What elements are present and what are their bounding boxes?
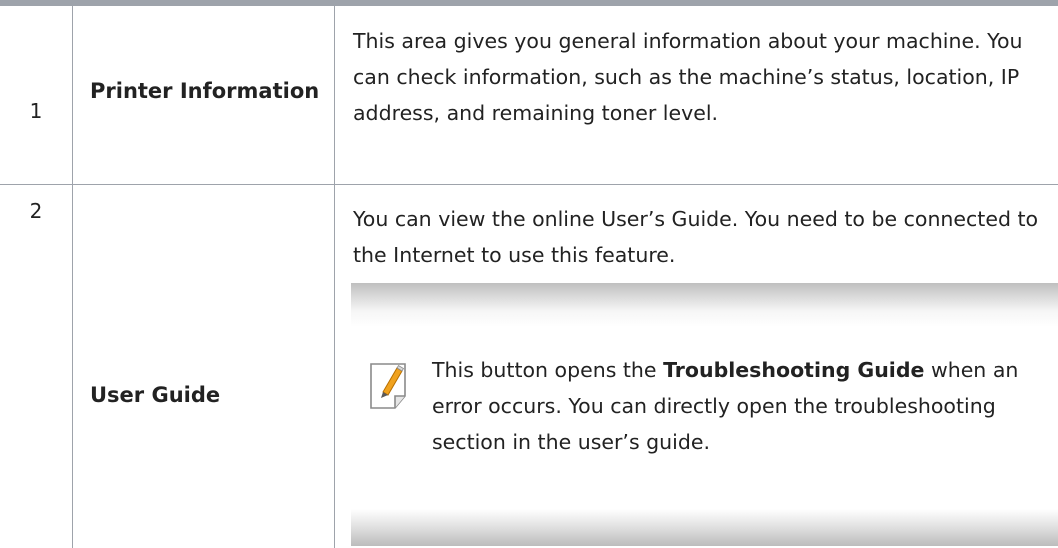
note-text: This button opens the Troubleshooting Gu… [432, 358, 1019, 454]
column-divider [72, 185, 73, 548]
feature-table: 1 Printer Information This area gives yo… [0, 0, 1058, 548]
feature-description: This area gives you general information … [353, 29, 1023, 125]
note-box: This button opens the Troubleshooting Gu… [351, 283, 1058, 546]
column-divider [334, 185, 335, 548]
row-number: 1 [29, 99, 43, 123]
table-row: 1 Printer Information This area gives yo… [0, 6, 1058, 185]
table-row: 2 User Guide You can view the online Use… [0, 185, 1058, 548]
row-number: 2 [29, 199, 43, 223]
feature-description: You can view the online User’s Guide. Yo… [353, 207, 1039, 267]
note-pencil-icon [370, 363, 406, 409]
column-divider [334, 6, 335, 184]
feature-name: User Guide [90, 383, 221, 407]
feature-name: Printer Information [90, 79, 320, 103]
column-divider [72, 6, 73, 184]
troubleshooting-guide-label: Troubleshooting Guide [663, 358, 925, 382]
